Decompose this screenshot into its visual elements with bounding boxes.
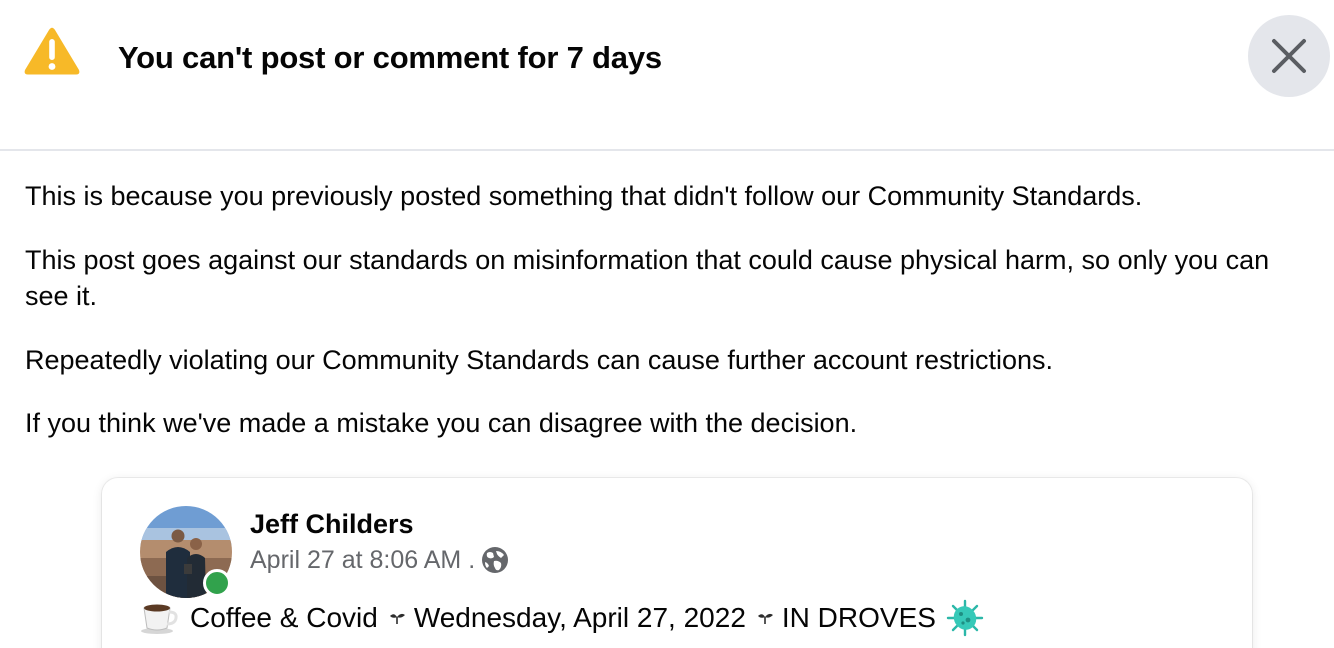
seedling-icon [389, 613, 405, 624]
policy-paragraph: This post goes against our standards on … [25, 245, 1270, 311]
post-text-part-1: Coffee & Covid [190, 602, 378, 633]
close-button[interactable] [1248, 15, 1330, 97]
dialog-header: You can't post or comment for 7 days [0, 0, 1334, 149]
reason-paragraph: This is because you previously posted so… [25, 181, 1143, 211]
meta-separator: . [468, 545, 476, 574]
post-preview-card[interactable]: Jeff Childers April 27 at 8:06 AM . Coff… [102, 478, 1252, 648]
close-icon [1272, 39, 1306, 73]
post-text-part-3: IN DROVES [781, 602, 936, 633]
globe-icon[interactable] [481, 546, 509, 574]
dialog-title: You can't post or comment for 7 days [118, 40, 662, 75]
restriction-dialog: You can't post or comment for 7 days Thi… [0, 0, 1334, 648]
warning-triangle-icon [24, 27, 80, 75]
post-author-name[interactable]: Jeff Childers [250, 508, 414, 540]
seedling-icon [757, 613, 773, 624]
post-meta: April 27 at 8:06 AM . [250, 544, 509, 576]
post-text: Coffee & Covid Wednesday, April 27, 2022… [140, 598, 984, 638]
header-divider [0, 149, 1334, 151]
online-status-indicator [203, 569, 231, 597]
post-timestamp[interactable]: April 27 at 8:06 AM [250, 546, 461, 575]
disagree-paragraph: If you think we've made a mistake you ca… [25, 408, 858, 438]
virus-icon [946, 599, 984, 637]
post-text-part-2: Wednesday, April 27, 2022 [413, 602, 746, 633]
coffee-cup-icon [141, 604, 178, 634]
warning-paragraph: Repeatedly violating our Community Stand… [25, 345, 1054, 375]
